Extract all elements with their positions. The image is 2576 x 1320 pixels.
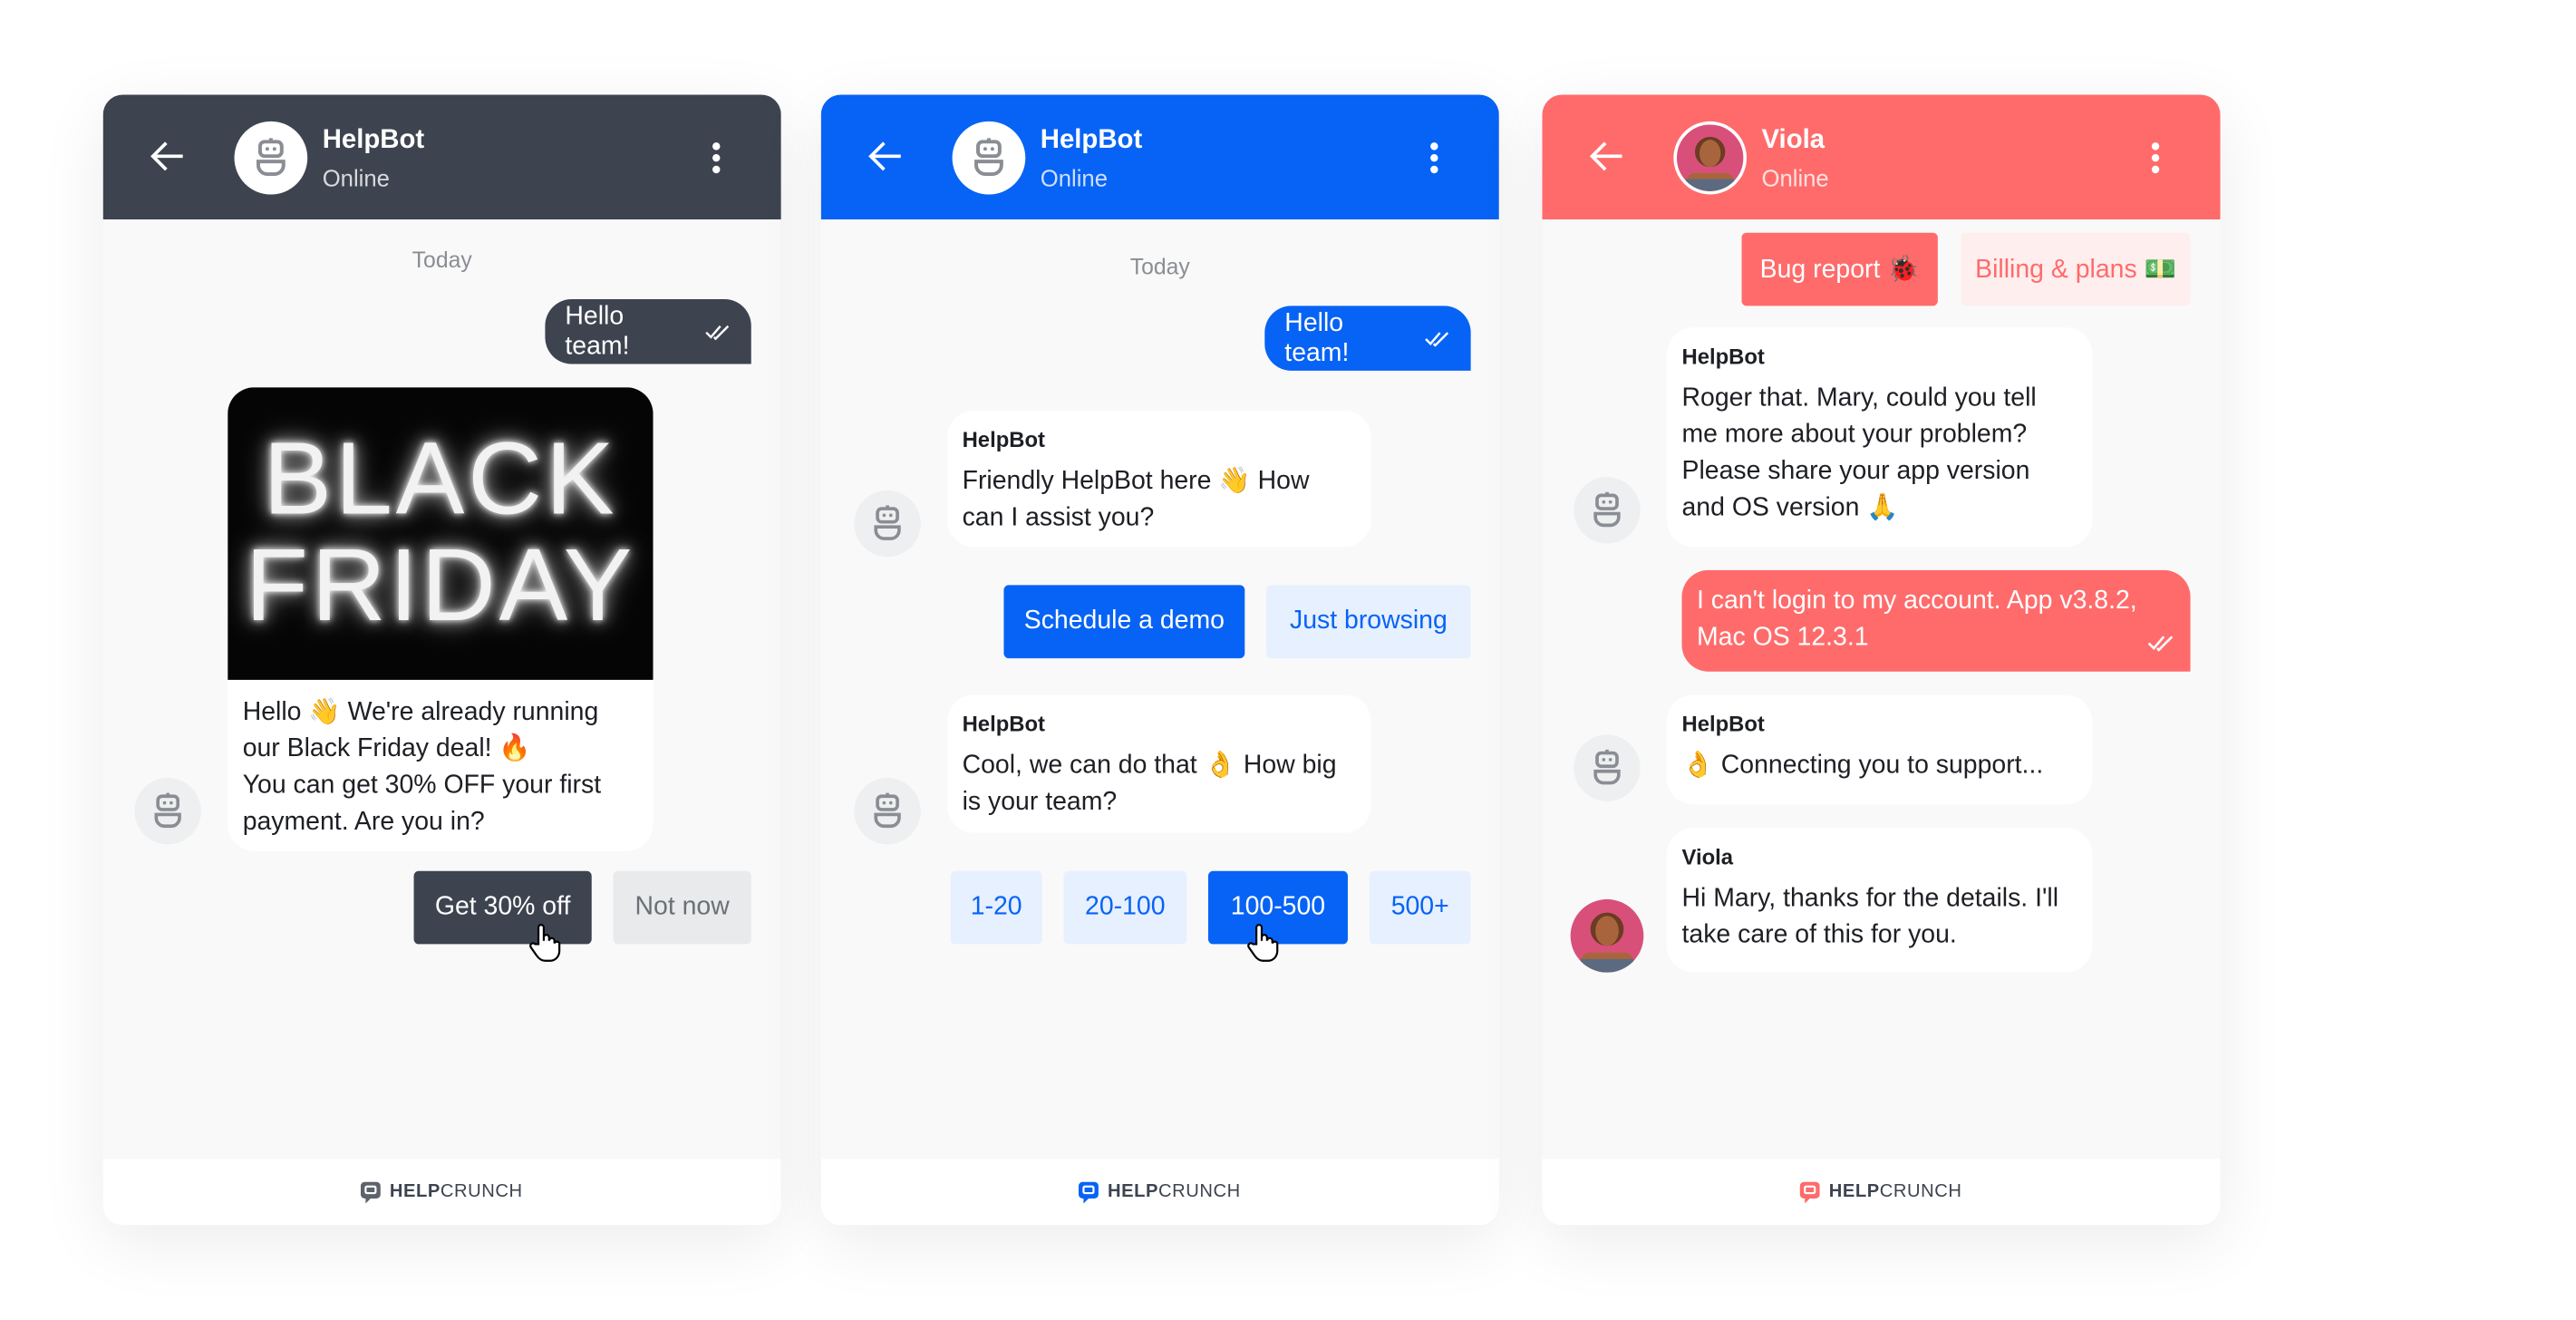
pointer-cursor-icon <box>1246 923 1280 963</box>
person-photo-icon <box>1580 912 1634 973</box>
more-options-icon[interactable] <box>712 141 721 175</box>
chat-header: HelpBot Online <box>102 94 781 220</box>
message-text: Hello 👋 We're already running our Black … <box>242 698 602 837</box>
bot-avatar <box>854 490 921 558</box>
user-message: I can't login to my account. App v3.8.2,… <box>1681 569 2191 672</box>
bot-avatar <box>1574 477 1641 544</box>
person-photo-icon <box>1686 136 1735 191</box>
robot-icon <box>867 791 907 831</box>
team-size-500-plus-button[interactable]: 500+ <box>1369 870 1471 945</box>
agent-name: Viola <box>1761 126 1825 155</box>
viola-avatar <box>1673 121 1748 195</box>
pointer-cursor-icon <box>528 923 562 963</box>
promo-text-line: BLACK <box>263 422 618 538</box>
promo-text-line: FRIDAY <box>245 529 636 644</box>
not-now-button[interactable]: Not now <box>613 870 751 945</box>
agent-status: Online <box>1040 164 1108 191</box>
chat-header: HelpBot Online <box>820 94 1499 220</box>
more-options-icon[interactable] <box>1429 141 1439 175</box>
team-size-20-100-button[interactable]: 20-100 <box>1063 870 1187 945</box>
robot-icon <box>967 136 1011 180</box>
bot-message: HelpBot 👌 Connecting you to support... <box>1667 694 2093 805</box>
bot-promo-message: BLACK FRIDAY Hello 👋 We're already runni… <box>228 387 654 851</box>
message-text: Hello team! <box>1284 308 1350 367</box>
helpcrunch-logo-icon <box>1080 1181 1099 1203</box>
bot-message: HelpBot Friendly HelpBot here 👋 How can … <box>947 410 1371 548</box>
black-friday-image: BLACK FRIDAY <box>228 387 654 680</box>
bot-avatar <box>234 121 308 195</box>
chat-widget-dark: HelpBot Online Today Hello team! BLACK F… <box>102 94 781 1226</box>
helpcrunch-logo-icon <box>362 1181 382 1203</box>
bot-message: HelpBot Roger that. Mary, could you tell… <box>1667 327 2093 548</box>
powered-by-footer[interactable]: HELP CRUNCH <box>820 1158 1499 1226</box>
helpcrunch-logo-icon <box>1801 1181 1821 1203</box>
bot-avatar <box>854 778 921 845</box>
bug-report-button[interactable]: Bug report 🐞 <box>1741 232 1938 306</box>
agent-status: Online <box>1761 164 1829 191</box>
message-text: Hello team! <box>565 301 630 360</box>
robot-icon <box>1587 748 1627 788</box>
agent-name: HelpBot <box>322 126 425 155</box>
bot-avatar <box>134 778 201 845</box>
more-options-icon[interactable] <box>2151 141 2161 175</box>
powered-by-footer[interactable]: HELP CRUNCH <box>1542 1158 2221 1226</box>
robot-icon <box>1587 490 1627 530</box>
get-30-off-button[interactable]: Get 30% off <box>413 870 592 945</box>
chat-widget-blue: HelpBot Online Today Hello team! HelpBot… <box>820 94 1499 1226</box>
team-size-1-20-button[interactable]: 1-20 <box>950 870 1042 945</box>
bot-avatar <box>952 121 1026 195</box>
bot-message: HelpBot Cool, we can do that 👌 How big i… <box>947 694 1371 833</box>
billing-plans-button[interactable]: Billing & plans 💵 <box>1961 232 2191 306</box>
user-message: Hello team! <box>1264 306 1471 371</box>
robot-icon <box>148 791 188 831</box>
double-check-icon <box>704 324 731 340</box>
double-check-icon <box>2147 635 2175 651</box>
viola-avatar <box>1570 898 1644 973</box>
back-arrow-icon[interactable] <box>867 138 904 174</box>
just-browsing-button[interactable]: Just browsing <box>1266 585 1471 659</box>
user-message: Hello team! <box>545 299 751 364</box>
back-arrow-icon[interactable] <box>150 138 186 174</box>
date-divider: Today <box>412 248 472 273</box>
double-check-icon <box>1424 330 1450 346</box>
agent-name: HelpBot <box>1040 126 1143 155</box>
date-divider: Today <box>1129 254 1190 280</box>
powered-by-footer[interactable]: HELP CRUNCH <box>102 1158 781 1226</box>
robot-icon <box>249 136 293 180</box>
agent-status: Online <box>322 164 390 191</box>
schedule-demo-button[interactable]: Schedule a demo <box>1003 585 1245 659</box>
chat-widget-coral: Viola Online Bug report 🐞 Billing & plan… <box>1542 94 2221 1226</box>
agent-message: Viola Hi Mary, thanks for the details. I… <box>1667 828 2093 973</box>
robot-icon <box>867 504 907 544</box>
bot-avatar <box>1574 734 1641 801</box>
back-arrow-icon[interactable] <box>1589 138 1625 174</box>
chat-header: Viola Online <box>1542 94 2221 220</box>
